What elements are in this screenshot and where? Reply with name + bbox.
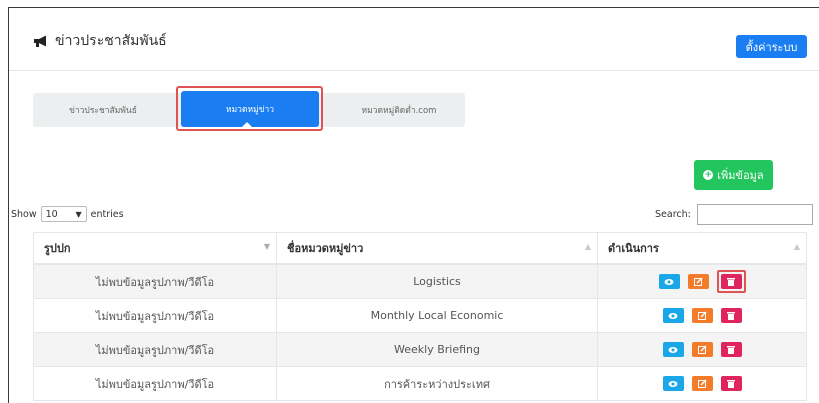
cover-cell: ไม่พบข้อมูลรูปภาพ/วีดีโอ xyxy=(33,366,277,401)
settings-button[interactable]: ตั้งค่าระบบ xyxy=(736,35,807,58)
eye-icon xyxy=(664,278,674,285)
name-cell: Logistics xyxy=(276,263,598,299)
sort-icon: ▼ xyxy=(263,242,270,251)
edit-button[interactable] xyxy=(687,274,709,289)
trash-icon xyxy=(727,380,735,388)
chevron-down-icon: ▼ xyxy=(75,209,82,219)
eye-icon xyxy=(668,380,678,387)
edit-icon xyxy=(697,379,707,388)
entries-label: entries xyxy=(90,208,124,220)
view-button[interactable] xyxy=(662,342,684,357)
tab-news[interactable]: ข่าวประชาสัมพันธ์ xyxy=(33,93,173,127)
delete-highlight xyxy=(716,270,746,293)
actions-cell xyxy=(597,366,807,401)
page-title: ข่าวประชาสัมพันธ์ xyxy=(33,30,167,52)
name-cell: Monthly Local Economic xyxy=(276,298,598,333)
actions-cell xyxy=(597,263,807,299)
eye-icon xyxy=(668,346,678,353)
page-title-text: ข่าวประชาสัมพันธ์ xyxy=(55,33,167,49)
entries-select[interactable]: 10 ▼ xyxy=(40,206,87,222)
eye-icon xyxy=(668,312,678,319)
name-cell: การค้าระหว่างประเทศ xyxy=(276,366,598,401)
show-label: Show xyxy=(11,208,37,220)
column-header-actions[interactable]: ดำเนินการ ▲︎ xyxy=(597,232,807,265)
edit-icon xyxy=(693,277,703,286)
view-button[interactable] xyxy=(658,274,680,289)
column-header-name[interactable]: ชื่อหมวดหมู่ข่าว ▲︎ xyxy=(276,232,598,265)
view-button[interactable] xyxy=(662,308,684,323)
column-header-actions-label: ดำเนินการ xyxy=(608,242,659,255)
active-tab-caret xyxy=(242,122,252,127)
edit-button[interactable] xyxy=(691,376,713,391)
trash-icon xyxy=(727,278,735,286)
cover-cell: ไม่พบข้อมูลรูปภาพ/วีดีโอ xyxy=(33,298,277,333)
view-button[interactable] xyxy=(662,376,684,391)
edit-icon xyxy=(697,311,707,320)
page-header: ข่าวประชาสัมพันธ์ ตั้งค่าระบบ xyxy=(9,8,819,71)
actions-cell xyxy=(597,332,807,367)
add-button[interactable]: + เพิ่มข้อมูล xyxy=(694,160,773,190)
cover-cell: ไม่พบข้อมูลรูปภาพ/วีดีโอ xyxy=(33,263,277,299)
edit-button[interactable] xyxy=(691,342,713,357)
cover-cell: ไม่พบข้อมูลรูปภาพ/วีดีโอ xyxy=(33,332,277,367)
delete-button[interactable] xyxy=(720,308,742,323)
column-header-cover[interactable]: รูปปก ▼ xyxy=(33,232,277,265)
tab-contact-category[interactable]: หมวดหมู่ติดต่ำ.com xyxy=(333,93,465,127)
edit-icon xyxy=(697,345,707,354)
delete-button[interactable] xyxy=(720,342,742,357)
search-control: Search: xyxy=(655,204,813,225)
content-frame: ข่าวประชาสัมพันธ์ ตั้งค่าระบบ ข่าวประชาส… xyxy=(8,7,819,403)
actions-cell xyxy=(597,298,807,333)
search-input[interactable] xyxy=(696,204,813,225)
plus-circle-icon: + xyxy=(703,170,714,180)
delete-button[interactable] xyxy=(720,376,742,391)
table-row: ไม่พบข้อมูลรูปภาพ/วีดีโอ Monthly Local E… xyxy=(33,298,807,333)
table-row: ไม่พบข้อมูลรูปภาพ/วีดีโอ การค้าระหว่างปร… xyxy=(33,366,807,401)
search-label: Search: xyxy=(655,209,691,220)
name-cell: Weekly Briefing xyxy=(276,332,598,367)
edit-button[interactable] xyxy=(691,308,713,323)
column-header-cover-label: รูปปก xyxy=(44,242,71,255)
megaphone-icon xyxy=(33,35,49,48)
column-header-name-label: ชื่อหมวดหมู่ข่าว xyxy=(287,242,364,255)
trash-icon xyxy=(727,312,735,320)
entries-control: Show 10 ▼ entries xyxy=(11,206,124,222)
entries-value: 10 xyxy=(45,208,58,220)
sort-icon: ▲︎ xyxy=(793,242,800,251)
trash-icon xyxy=(727,346,735,354)
delete-button[interactable] xyxy=(720,274,742,289)
sort-icon: ▲︎ xyxy=(584,242,591,251)
category-table: รูปปก ▼ ชื่อหมวดหมู่ข่าว ▲︎ ดำเนินการ ▲︎… xyxy=(33,232,807,401)
table-row: ไม่พบข้อมูลรูปภาพ/วีดีโอ Weekly Briefing xyxy=(33,332,807,367)
add-button-label: เพิ่มข้อมูล xyxy=(717,169,764,182)
table-row: ไม่พบข้อมูลรูปภาพ/วีดีโอ Logistics xyxy=(33,263,807,299)
